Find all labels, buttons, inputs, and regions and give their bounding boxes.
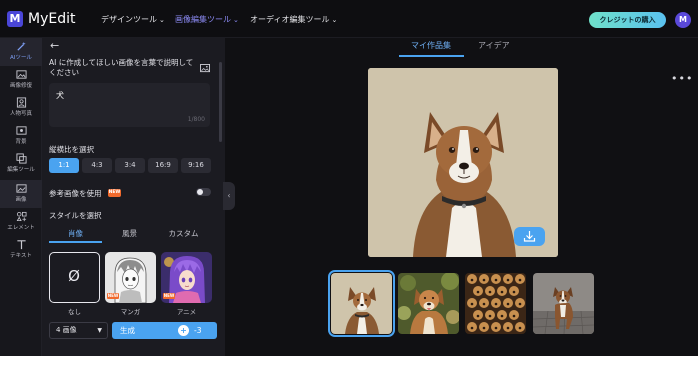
- style-name-anime: アニメ: [176, 308, 197, 316]
- more-options-icon[interactable]: •••: [671, 72, 693, 85]
- nav-design-tools-label: デザインツール: [101, 15, 157, 24]
- magic-wand-icon: [16, 41, 26, 51]
- myedit-app: M MyEdit デザインツール ⌄ 画像編集ツール ⌄ オーディオ編集ツール ⌄ ク…: [0, 0, 698, 356]
- style-new-badge: NEW: [163, 293, 175, 299]
- ratio-16-9-button[interactable]: 16:9: [148, 158, 178, 173]
- rail-item-portrait[interactable]: 人物写真: [0, 94, 42, 122]
- myedit-logo-icon[interactable]: M: [7, 11, 23, 27]
- nav-image-editing-tools-label: 画像編集ツール: [175, 15, 231, 24]
- rail-item-elements[interactable]: エレメント: [0, 208, 42, 236]
- image-count-select[interactable]: 4 画像 ▼: [49, 322, 108, 339]
- elements-icon: [16, 211, 26, 222]
- caret-down-icon: ▼: [97, 327, 102, 334]
- style-new-badge: NEW: [107, 293, 119, 299]
- rail-item-edit-tools[interactable]: 編集ツール: [0, 150, 42, 178]
- reference-image-toggle[interactable]: [196, 188, 211, 196]
- rail-item-image[interactable]: 画像: [0, 180, 42, 208]
- prompt-char-counter: 1/800: [187, 116, 205, 123]
- prompt-text-value: 犬: [56, 91, 64, 100]
- panel-scrollbar[interactable]: [219, 62, 222, 142]
- style-select-label: スタイルを選択: [49, 211, 102, 220]
- ratio-3-4-button[interactable]: 3:4: [115, 158, 145, 173]
- rail-item-background[interactable]: 背景: [0, 122, 42, 150]
- result-thumbnail-1[interactable]: [328, 270, 395, 337]
- portrait-icon: [16, 97, 26, 108]
- no-style-icon: Ø: [68, 267, 80, 285]
- rail-item-label: テキスト: [10, 253, 32, 259]
- nav-audio-editing-tools[interactable]: オーディオ編集ツール ⌄: [250, 14, 337, 25]
- dog-standing-thumb: [533, 273, 594, 334]
- rail-item-label: 画像: [15, 197, 27, 203]
- dog-portrait-thumb: [331, 273, 392, 334]
- nav-audio-editing-tools-label: オーディオ編集ツール: [250, 15, 330, 24]
- text-icon: [16, 240, 26, 250]
- nav-design-tools[interactable]: デザインツール ⌄: [101, 14, 165, 25]
- image-repair-icon: [15, 70, 27, 79]
- rail-item-label: 画像修復: [9, 83, 32, 89]
- prompt-label: AI に作成してほしい画像を言葉で説明してください: [49, 58, 194, 77]
- image-icon: [15, 184, 27, 193]
- nav-image-editing-tools[interactable]: 画像編集ツール ⌄: [175, 14, 239, 25]
- ratio-9-16-button[interactable]: 9:16: [181, 158, 211, 173]
- collapse-panel-handle[interactable]: ‹: [223, 182, 235, 210]
- back-arrow-icon[interactable]: ←: [50, 39, 59, 52]
- rail-item-label: AIツール: [10, 55, 32, 61]
- ratio-4-3-button[interactable]: 4:3: [82, 158, 112, 173]
- rail-item-image-repair[interactable]: 画像修復: [0, 66, 42, 94]
- tab-custom[interactable]: カスタム: [157, 228, 210, 239]
- tab-landscape[interactable]: 風景: [103, 228, 156, 239]
- rail-item-text[interactable]: テキスト: [0, 236, 42, 264]
- style-card-none[interactable]: Ø: [49, 252, 100, 303]
- rail-item-label: 人物写真: [9, 111, 32, 117]
- background-icon: [15, 126, 27, 135]
- reference-image-label: 参考画像を使用: [49, 189, 102, 198]
- tab-my-works[interactable]: マイ作品集: [411, 40, 451, 51]
- dog-garden-thumb: [398, 273, 459, 334]
- chevron-down-icon: ⌄: [159, 16, 165, 24]
- generate-label: 生成: [120, 326, 135, 335]
- rail-item-label: エレメント: [7, 225, 35, 231]
- result-thumbnail-4[interactable]: [533, 273, 594, 334]
- credit-icon: +: [178, 325, 189, 336]
- chevron-down-icon: ⌄: [233, 16, 239, 24]
- dog-pattern-thumb: [465, 273, 526, 334]
- main-tab-indicator: [399, 55, 464, 57]
- style-name-manga: マンガ: [120, 308, 141, 316]
- new-badge: NEW: [108, 189, 121, 197]
- download-icon: [523, 231, 536, 242]
- style-card-anime[interactable]: NEW: [161, 252, 212, 303]
- chevron-down-icon: ⌄: [331, 16, 338, 24]
- rail-item-ai-tools[interactable]: AIツール: [0, 38, 42, 66]
- buy-credits-button[interactable]: クレジットの購入: [589, 12, 666, 28]
- prompt-textarea[interactable]: 犬 1/800: [49, 83, 210, 127]
- download-button[interactable]: [514, 227, 545, 246]
- ratio-1-1-button[interactable]: 1:1: [49, 158, 79, 173]
- generate-button[interactable]: 生成 + -3: [112, 322, 217, 339]
- image-upload-icon[interactable]: [200, 64, 211, 73]
- app-name[interactable]: MyEdit: [28, 11, 75, 27]
- style-name-none: なし: [68, 308, 81, 316]
- image-count-value: 4 画像: [56, 326, 77, 334]
- toggle-knob: [197, 189, 203, 195]
- credit-cost: -3: [194, 326, 202, 335]
- top-navigation-bar: M MyEdit デザインツール ⌄ 画像編集ツール ⌄ オーディオ編集ツール ⌄ ク…: [0, 0, 698, 38]
- active-tab-indicator: [49, 241, 102, 243]
- user-avatar[interactable]: M: [675, 12, 691, 28]
- result-thumbnail-2[interactable]: [398, 273, 459, 334]
- tool-category-rail: AIツール 画像修復 人物写真 背景 編集ツール 画像 エレメント テキスト: [0, 38, 42, 356]
- tab-ideas[interactable]: アイデア: [478, 40, 510, 51]
- rail-item-label: 背景: [15, 139, 27, 145]
- edit-tools-icon: [15, 153, 27, 164]
- aspect-ratio-label: 縦横比を選択: [49, 145, 94, 154]
- style-card-manga[interactable]: NEW: [105, 252, 156, 303]
- ai-image-generator-panel: ← AI に作成してほしい画像を言葉で説明してください 犬 1/800 縦横比を…: [42, 38, 225, 356]
- tab-portrait[interactable]: 肖像: [49, 228, 102, 239]
- result-thumbnail-3[interactable]: [465, 273, 526, 334]
- rail-item-label: 編集ツール: [7, 167, 35, 173]
